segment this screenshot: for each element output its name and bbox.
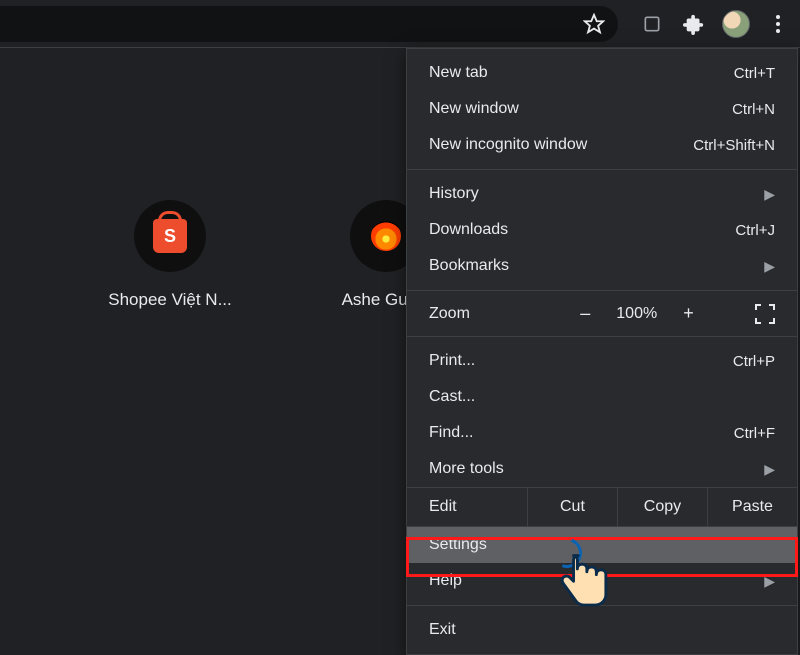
menu-item-settings[interactable]: Settings — [407, 527, 797, 563]
menu-item-new-incognito[interactable]: New incognito window Ctrl+Shift+N — [407, 127, 797, 163]
address-bar-edge[interactable] — [0, 6, 618, 42]
chevron-right-icon: ▶ — [764, 258, 775, 275]
main-menu: New tab Ctrl+T New window Ctrl+N New inc… — [406, 48, 798, 655]
menu-label: Help — [429, 572, 462, 590]
menu-shortcut: Ctrl+J — [735, 222, 775, 239]
menu-separator — [407, 336, 797, 337]
menu-item-help[interactable]: Help ▶ — [407, 563, 797, 599]
menu-item-print[interactable]: Print... Ctrl+P — [407, 343, 797, 379]
menu-item-cast[interactable]: Cast... — [407, 379, 797, 415]
menu-label-edit: Edit — [407, 488, 527, 526]
edit-paste-button[interactable]: Paste — [707, 488, 797, 526]
reader-mode-icon[interactable] — [638, 10, 666, 38]
chevron-right-icon: ▶ — [764, 461, 775, 478]
menu-label: New incognito window — [429, 136, 587, 154]
menu-label: Downloads — [429, 221, 508, 239]
menu-label: Settings — [429, 536, 487, 554]
zoom-percent: 100% — [616, 305, 657, 323]
menu-shortcut: Ctrl+F — [734, 425, 775, 442]
zoom-out-button[interactable]: – — [580, 303, 590, 324]
menu-separator — [407, 290, 797, 291]
three-dots-icon — [776, 15, 780, 33]
menu-item-find[interactable]: Find... Ctrl+F — [407, 415, 797, 451]
menu-button[interactable] — [764, 10, 792, 38]
menu-label: History — [429, 185, 479, 203]
shortcut-icon: S — [134, 200, 206, 272]
menu-shortcut: Ctrl+N — [732, 101, 775, 118]
chevron-right-icon: ▶ — [764, 573, 775, 590]
menu-label: Find... — [429, 424, 473, 442]
menu-item-exit[interactable]: Exit — [407, 612, 797, 648]
menu-item-new-window[interactable]: New window Ctrl+N — [407, 91, 797, 127]
flame-icon — [371, 221, 401, 251]
menu-label: Zoom — [429, 305, 539, 323]
menu-separator — [407, 169, 797, 170]
menu-separator — [407, 605, 797, 606]
menu-label: Exit — [429, 621, 456, 639]
shortcut-label: Shopee Việt N... — [108, 290, 232, 310]
edit-copy-button[interactable]: Copy — [617, 488, 707, 526]
profile-avatar[interactable] — [722, 10, 750, 38]
menu-item-zoom: Zoom – 100% + — [407, 297, 797, 330]
menu-item-downloads[interactable]: Downloads Ctrl+J — [407, 212, 797, 248]
menu-label: More tools — [429, 460, 504, 478]
menu-label: Print... — [429, 352, 475, 370]
chevron-right-icon: ▶ — [764, 186, 775, 203]
edit-cut-button[interactable]: Cut — [527, 488, 617, 526]
fullscreen-icon[interactable] — [755, 304, 775, 324]
menu-item-more-tools[interactable]: More tools ▶ — [407, 451, 797, 487]
browser-toolbar — [0, 0, 800, 48]
menu-shortcut: Ctrl+Shift+N — [693, 137, 775, 154]
new-tab-shortcuts: S Shopee Việt N... Ashe Guide — [110, 200, 446, 310]
menu-item-bookmarks[interactable]: Bookmarks ▶ — [407, 248, 797, 284]
menu-item-edit-row: Edit Cut Copy Paste — [407, 487, 797, 527]
shortcut-shopee[interactable]: S Shopee Việt N... — [110, 200, 230, 310]
menu-shortcut: Ctrl+P — [733, 353, 775, 370]
menu-shortcut: Ctrl+T — [734, 65, 775, 82]
menu-label: New tab — [429, 64, 488, 82]
menu-item-history[interactable]: History ▶ — [407, 176, 797, 212]
shopee-bag-icon: S — [153, 219, 187, 253]
extensions-icon[interactable] — [680, 10, 708, 38]
menu-label: Cast... — [429, 388, 475, 406]
menu-item-new-tab[interactable]: New tab Ctrl+T — [407, 55, 797, 91]
zoom-in-button[interactable]: + — [683, 303, 694, 324]
bookmark-star-icon[interactable] — [580, 10, 608, 38]
menu-label: New window — [429, 100, 519, 118]
menu-label: Bookmarks — [429, 257, 509, 275]
